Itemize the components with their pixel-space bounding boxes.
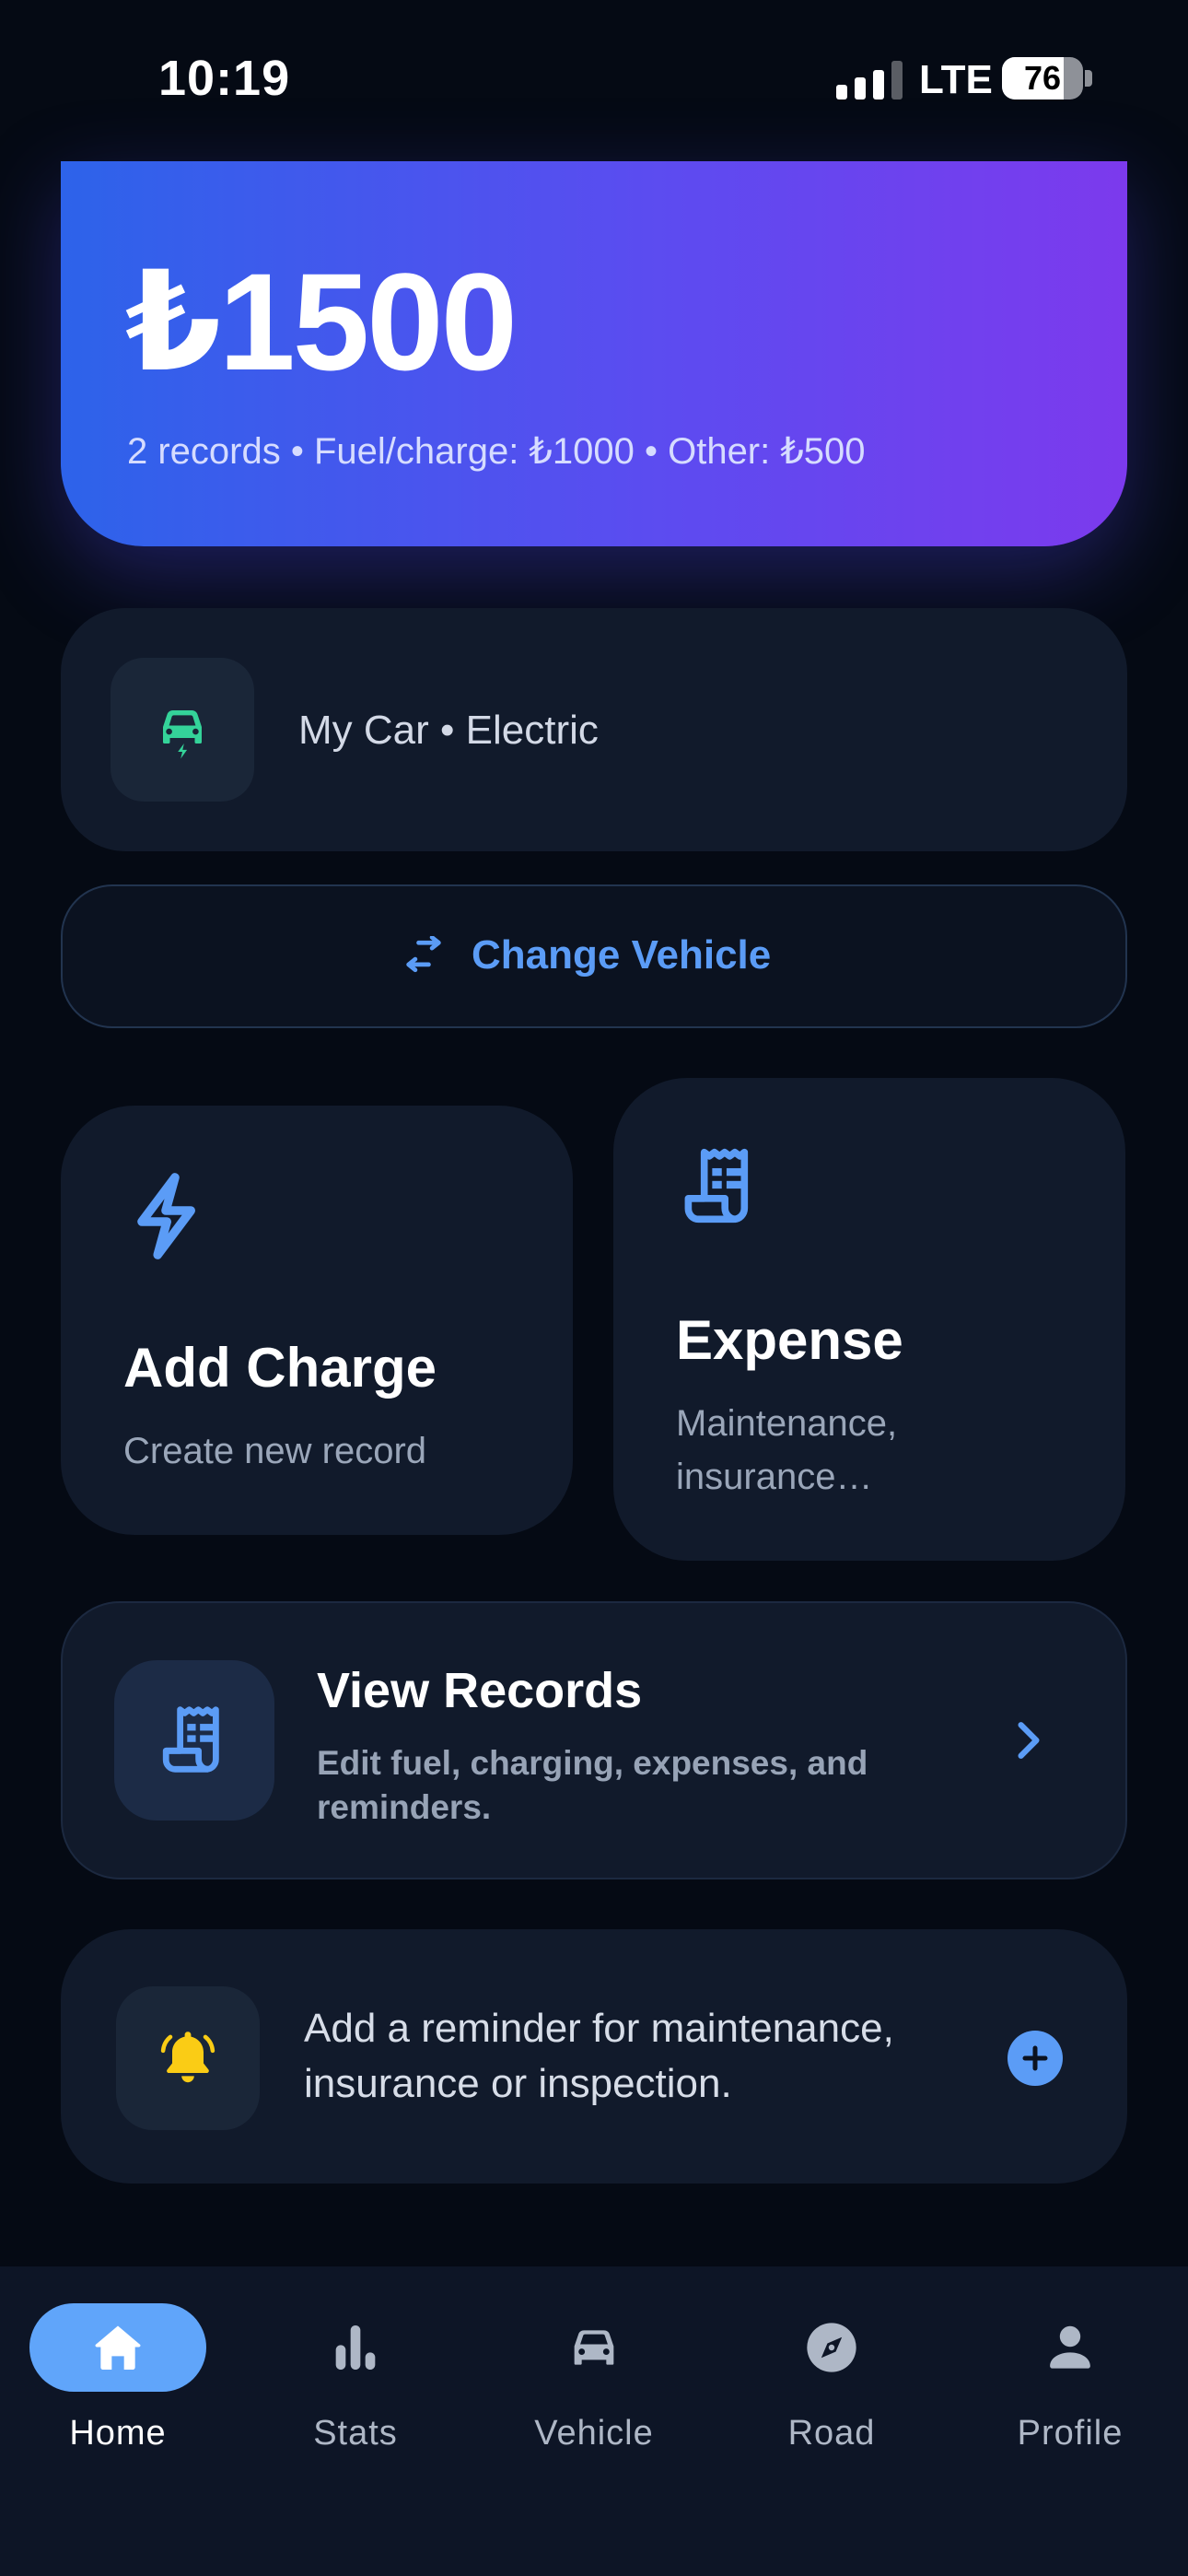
- lightning-icon: [137, 1173, 195, 1259]
- battery-tip: [1085, 70, 1092, 87]
- vehicle-icon-container: [111, 658, 254, 802]
- tab-stats[interactable]: Stats: [263, 2303, 448, 2469]
- total-amount: ₺1500: [125, 244, 518, 399]
- electric-car-icon: [163, 710, 202, 759]
- bell-icon-container: [116, 1986, 260, 2130]
- bar-chart-icon: [335, 2325, 376, 2370]
- summary-card: ₺1500 2 records • Fuel/charge: ₺1000 • O…: [61, 161, 1127, 546]
- vehicle-name: My Car • Electric: [298, 708, 599, 753]
- add-charge-card[interactable]: Add Charge Create new record: [61, 1106, 573, 1535]
- tab-vehicle[interactable]: Vehicle: [502, 2303, 686, 2469]
- bell-icon: [160, 2032, 215, 2083]
- receipt-icon: [162, 1706, 219, 1773]
- change-vehicle-button[interactable]: Change Vehicle: [61, 884, 1127, 1028]
- cellular-signal-icon: [836, 61, 903, 100]
- records-description: Edit fuel, charging, expenses, and remin…: [317, 1744, 868, 1826]
- reminder-text: Add a reminder for maintenance, insuranc…: [304, 2006, 894, 2106]
- plus-circle-icon[interactable]: [1007, 2031, 1063, 2086]
- summary-details: 2 records • Fuel/charge: ₺1000 • Other: …: [127, 431, 866, 472]
- battery-percent: 76: [1023, 59, 1062, 97]
- add-charge-title: Add Charge: [123, 1337, 437, 1399]
- tab-home-label: Home: [69, 2414, 167, 2453]
- person-icon: [1050, 2325, 1090, 2369]
- view-records-button[interactable]: View Records Edit fuel, charging, expens…: [61, 1601, 1127, 1879]
- expense-subtitle-line1: Maintenance,: [676, 1403, 898, 1444]
- tab-profile-label: Profile: [1017, 2414, 1124, 2453]
- network-type: LTE: [919, 57, 993, 102]
- battery-icon: 76: [1002, 57, 1083, 100]
- compass-icon: [807, 2323, 856, 2372]
- receipt-icon: [684, 1148, 749, 1224]
- expense-title: Expense: [676, 1309, 903, 1371]
- home-icon: [95, 2325, 141, 2370]
- vehicle-card[interactable]: My Car • Electric: [61, 608, 1127, 851]
- expense-card[interactable]: Expense Maintenance, insurance…: [613, 1078, 1125, 1561]
- records-title: View Records: [317, 1663, 643, 1718]
- change-vehicle-label: Change Vehicle: [472, 932, 772, 978]
- swap-icon: [406, 936, 441, 973]
- tab-vehicle-label: Vehicle: [534, 2414, 654, 2453]
- status-bar: 10:19 LTE 76: [0, 0, 1188, 161]
- add-reminder-card[interactable]: Add a reminder for maintenance, insuranc…: [61, 1929, 1127, 2184]
- status-time: 10:19: [158, 51, 291, 106]
- bottom-tab-bar: Home Stats Vehicle Road Profile: [0, 2266, 1188, 2576]
- add-charge-subtitle: Create new record: [123, 1431, 427, 1471]
- records-icon-container: [114, 1660, 274, 1821]
- tab-road[interactable]: Road: [740, 2303, 924, 2469]
- car-icon: [574, 2330, 614, 2365]
- expense-subtitle-line2: insurance…: [676, 1457, 873, 1497]
- tab-home[interactable]: Home: [26, 2303, 210, 2469]
- tab-profile[interactable]: Profile: [978, 2303, 1162, 2469]
- chevron-right-icon: [1018, 1722, 1040, 1759]
- tab-stats-label: Stats: [313, 2414, 398, 2453]
- tab-road-label: Road: [787, 2414, 876, 2453]
